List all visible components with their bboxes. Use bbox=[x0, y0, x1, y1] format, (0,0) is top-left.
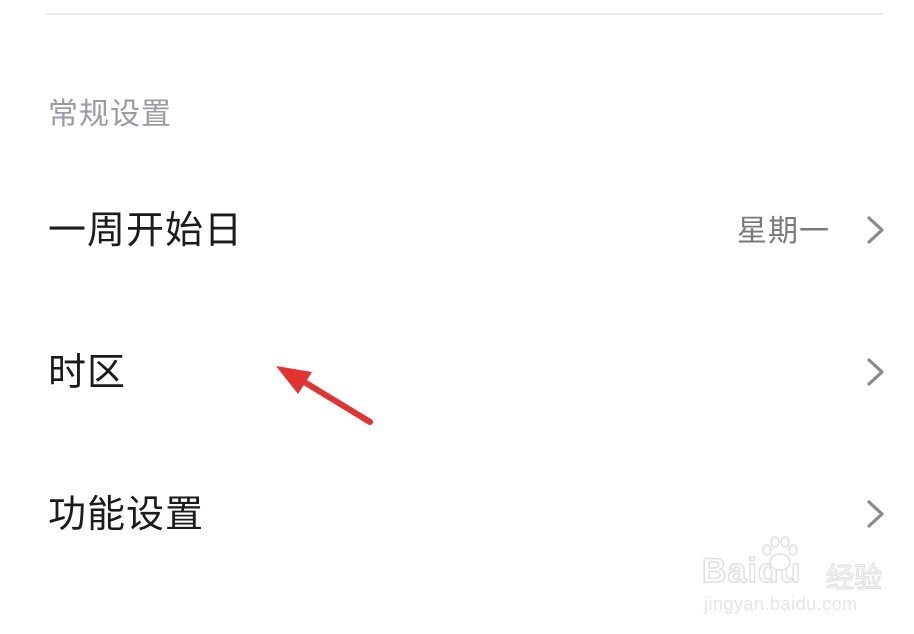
setting-row-timezone[interactable]: 时区 bbox=[0, 332, 914, 412]
top-divider bbox=[46, 13, 883, 15]
section-header: 常规设置 bbox=[48, 97, 172, 132]
setting-row-value: 星期一 bbox=[737, 214, 830, 249]
watermark-sub: 经验 bbox=[825, 560, 883, 594]
chevron-right-icon bbox=[867, 216, 884, 244]
watermark-url: jingyan.baidu.com bbox=[704, 594, 858, 614]
setting-row-label: 功能设置 bbox=[48, 492, 205, 536]
setting-row-label: 时区 bbox=[48, 350, 127, 394]
setting-row-label: 一周开始日 bbox=[48, 208, 244, 252]
red-arrow-icon bbox=[276, 366, 373, 425]
paw-icon bbox=[762, 536, 798, 571]
chevron-right-icon bbox=[867, 500, 884, 528]
setting-row-week-start[interactable]: 一周开始日 星期一 bbox=[0, 190, 914, 270]
watermark: Baidu 经验 jingyan.baidu.com bbox=[700, 530, 900, 620]
chevron-right-icon bbox=[867, 358, 884, 386]
